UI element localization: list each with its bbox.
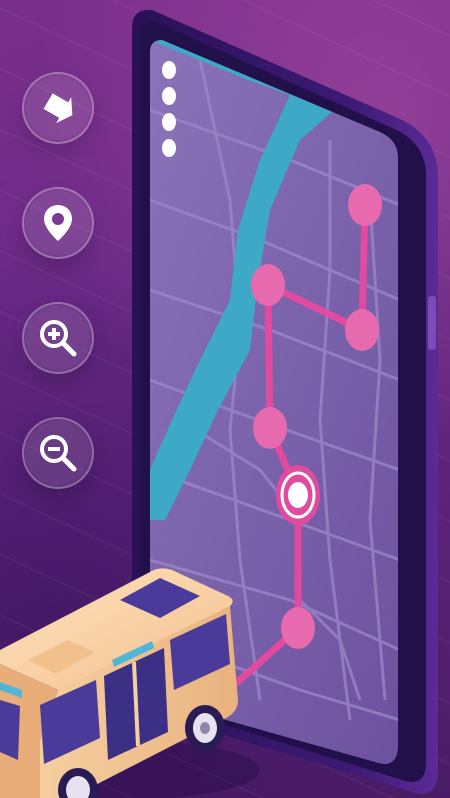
- route-stop[interactable]: [345, 309, 379, 351]
- illustration: [0, 9, 438, 798]
- phone-side-button[interactable]: [428, 296, 436, 350]
- route-stop[interactable]: [281, 607, 315, 649]
- bus: [0, 568, 260, 798]
- bus-front-window: [0, 700, 20, 760]
- current-location-marker[interactable]: [276, 465, 320, 525]
- route-stop[interactable]: [253, 407, 287, 449]
- bus-wheel: [185, 705, 225, 751]
- route-stop[interactable]: [251, 264, 285, 306]
- route-stop[interactable]: [348, 184, 382, 226]
